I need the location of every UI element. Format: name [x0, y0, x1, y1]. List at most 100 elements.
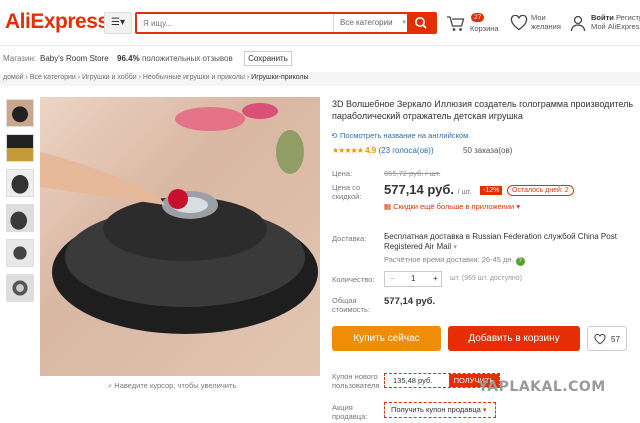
seller-coupon-dropdown[interactable]: Получить купон продавца ▾ [384, 402, 496, 418]
thumbnail-3[interactable] [6, 169, 34, 197]
breadcrumb-item[interactable]: Игрушки и хобби [82, 74, 137, 81]
old-price: 655,72 руб. / шт. [384, 169, 441, 178]
sale-price-label-line2: скидкой: [332, 192, 362, 201]
sale-price-label-line1: Цена со [332, 183, 361, 192]
price-unit: / шт. [457, 189, 472, 196]
product-title: 3D Волшебное Зеркало Иллюзия создатель г… [332, 99, 634, 121]
sign-in-link[interactable]: Войти [591, 13, 614, 22]
store-bar: Магазин: Baby's Room Store 96.4% положит… [0, 49, 640, 69]
quantity-decrease-button[interactable]: − [390, 274, 395, 283]
quantity-stepper: − 1 + [384, 271, 442, 287]
reviews-link[interactable]: (23 голоса(ов)) [378, 146, 433, 155]
price-label: Цена: [332, 169, 353, 178]
breadcrumb-item[interactable]: Все категории [30, 74, 76, 81]
new-user-coupon-label: Купон нового пользователя [332, 372, 380, 390]
product-main-image[interactable] [40, 97, 320, 376]
translate-icon: ⟲ [331, 131, 338, 140]
thumbnail-6[interactable] [6, 274, 34, 302]
total-label: Общая стоимость: [332, 296, 370, 314]
cart-icon[interactable] [446, 15, 466, 33]
breadcrumb-separator: › [25, 74, 28, 81]
category-select-label: Все категории [340, 18, 393, 27]
shipping-method-text: Бесплатная доставка в Russian Federation… [384, 232, 617, 251]
store-name-link[interactable]: Baby's Room Store [40, 54, 109, 63]
total-label-line1: Общая [332, 296, 357, 305]
quantity-label: Количество: [332, 275, 375, 284]
my-aliexpress-link[interactable]: Мой AliExpress [591, 22, 640, 31]
thumbnail-1[interactable] [6, 99, 34, 127]
add-to-wishlist-button[interactable]: 57 [587, 326, 627, 351]
wishlist-count: 57 [611, 335, 620, 344]
quantity-increase-button[interactable]: + [433, 274, 438, 283]
search-input[interactable] [143, 15, 333, 31]
buy-now-button[interactable]: Купить сейчас [332, 326, 441, 351]
save-store-button[interactable]: Сохранить [244, 51, 292, 66]
register-link[interactable]: Регистр. [616, 13, 640, 22]
wishlist-label-line1: Мои [531, 13, 546, 22]
seller-promo-label-line2: продавца: [332, 412, 368, 421]
search-bar: Все категории ▾ [135, 12, 437, 34]
breadcrumb-item[interactable]: Необычные игрушки и приколы [143, 74, 245, 81]
chevron-down-icon: ▾ [453, 244, 457, 251]
delivery-time: Расчётное время доставки: 26-45 дн. ? [384, 255, 525, 266]
store-rating-text: положительных отзывов [142, 54, 233, 63]
breadcrumb-separator: › [138, 74, 141, 81]
search-icon [415, 17, 427, 29]
cart-label[interactable]: Корзина [470, 24, 499, 33]
add-to-cart-button[interactable]: Добавить в корзину [448, 326, 580, 351]
translate-title-text: Посмотреть название на английском [340, 131, 469, 140]
categories-menu-button[interactable]: ☰▾ [104, 12, 132, 34]
search-button[interactable] [407, 14, 435, 32]
account-link[interactable]: Войти Регистр. Мой AliExpress [591, 13, 640, 31]
current-price-value: 577,14 руб. [384, 182, 455, 197]
total-label-line2: стоимость: [332, 305, 370, 314]
cart-count-badge: 27 [471, 13, 485, 22]
thumbnail-4[interactable] [6, 204, 34, 232]
quantity-availability: шт. (969 шт. доступно) [450, 275, 522, 282]
aliexpress-logo[interactable]: AliExpress [5, 10, 109, 34]
rating-stars[interactable]: ★★★★★ [332, 146, 364, 155]
thumbnail-2[interactable] [6, 134, 34, 162]
new-user-coupon-label-line1: Купон нового [332, 372, 378, 381]
rating-value: 4.9 [365, 146, 377, 155]
sale-price-label: Цена со скидкой: [332, 183, 361, 201]
site-header: AliExpress ☰▾ Все категории ▾ 27 Корзина… [0, 0, 640, 46]
shipping-label: Доставка: [332, 234, 367, 243]
product-rating: ★★★★★ 4.9 (23 голоса(ов)) 50 заказа(ов) [332, 146, 512, 155]
breadcrumb-home[interactable]: домой [3, 74, 24, 81]
breadcrumb-separator: › [77, 74, 81, 81]
shipping-method[interactable]: Бесплатная доставка в Russian Federation… [384, 232, 640, 253]
user-icon[interactable] [570, 15, 586, 32]
watermark: YAPLAKAL.COM [478, 379, 606, 395]
store-rating: 96.4% [117, 54, 140, 63]
wishlist-link[interactable]: Мои желания [531, 13, 561, 31]
total-price: 577,14 руб. [384, 296, 436, 307]
breadcrumb-separator: › [246, 74, 250, 81]
hologram-mirror-image [40, 103, 318, 334]
app-discount-link[interactable]: ▦ Скидки ещё больше в приложении ▾ [384, 202, 520, 211]
discount-badge: -12% [480, 186, 503, 195]
zoom-hint: ⌕ Наведите курсор, чтобы увеличить [108, 381, 236, 391]
breadcrumb-current: Игрушки-приколы [251, 74, 309, 81]
thumbnail-5[interactable] [6, 239, 34, 267]
breadcrumb: домой › Все категории › Игрушки и хобби … [0, 72, 640, 86]
app-discount-text: Скидки ещё больше в приложении [393, 202, 515, 211]
zoom-hint-text: Наведите курсор, чтобы увеличить [114, 381, 237, 390]
quantity-input[interactable]: 1 [411, 274, 415, 283]
menu-icon: ☰▾ [111, 17, 125, 28]
category-select[interactable]: Все категории ▾ [333, 14, 411, 32]
delivery-time-text: Расчётное время доставки: 26-45 дн. [384, 255, 514, 264]
chevron-down-icon: ▾ [402, 19, 406, 26]
heart-icon[interactable] [510, 15, 528, 31]
chevron-down-icon: ▾ [516, 202, 521, 211]
wishlist-label-line2: желания [531, 22, 561, 31]
store-label: Магазин: [3, 54, 37, 63]
qr-code-icon: ▦ [384, 202, 392, 211]
seller-promo-label-line1: Акция [332, 403, 353, 412]
heart-icon [594, 334, 606, 345]
new-user-coupon-label-line2: пользователя [332, 381, 380, 390]
days-left-badge: Осталось дней: 2 [507, 185, 574, 196]
help-icon[interactable]: ? [515, 257, 525, 266]
translate-title-link[interactable]: ⟲ Посмотреть название на английском [331, 131, 469, 140]
orders-count: 50 заказа(ов) [463, 146, 513, 155]
